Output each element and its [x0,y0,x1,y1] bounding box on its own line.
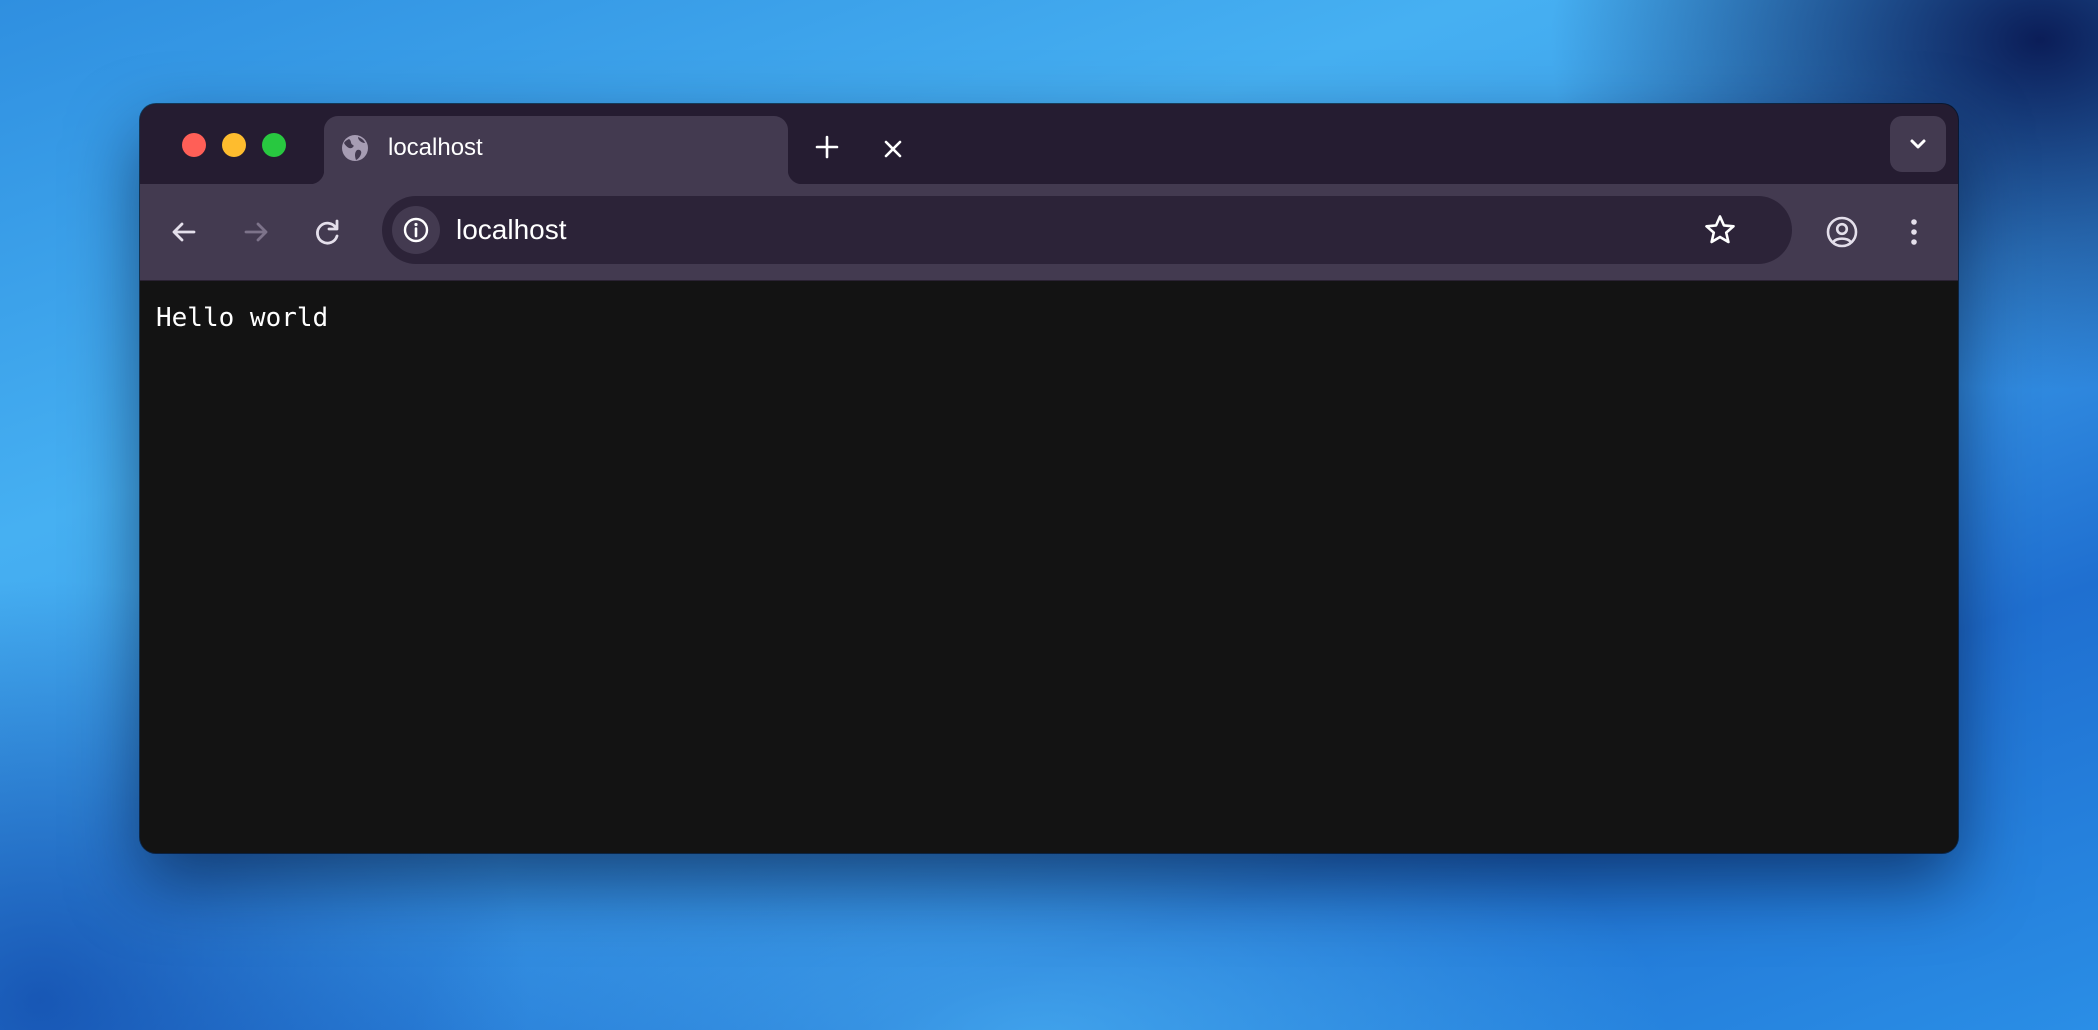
page-body-text: Hello world [156,303,329,333]
address-bar[interactable]: localhost [382,196,1792,264]
window-maximize-button[interactable] [262,133,286,157]
tab-title: localhost [388,134,483,161]
tab-strip: localhost [140,104,1958,184]
star-icon[interactable] [1702,212,1738,248]
more-vertical-icon[interactable] [1894,212,1934,252]
close-icon[interactable] [880,136,906,162]
window-minimize-button[interactable] [222,133,246,157]
arrow-left-icon[interactable] [164,212,204,252]
info-icon [403,217,429,243]
globe-icon [342,135,368,161]
site-info-button[interactable] [392,206,440,254]
browser-window: localhost localhost Hello world [140,104,1958,853]
account-icon[interactable] [1822,212,1862,252]
chevron-down-icon [1910,139,1926,149]
tab-localhost[interactable]: localhost [310,116,902,184]
page-content: Hello world [140,281,1958,853]
url-text[interactable]: localhost [456,213,567,247]
reload-icon[interactable] [308,212,348,252]
window-close-button[interactable] [182,133,206,157]
tab-search-button[interactable] [1890,116,1946,172]
plus-icon[interactable] [812,132,842,162]
arrow-right-icon[interactable] [236,212,276,252]
browser-toolbar: localhost [140,184,1958,281]
